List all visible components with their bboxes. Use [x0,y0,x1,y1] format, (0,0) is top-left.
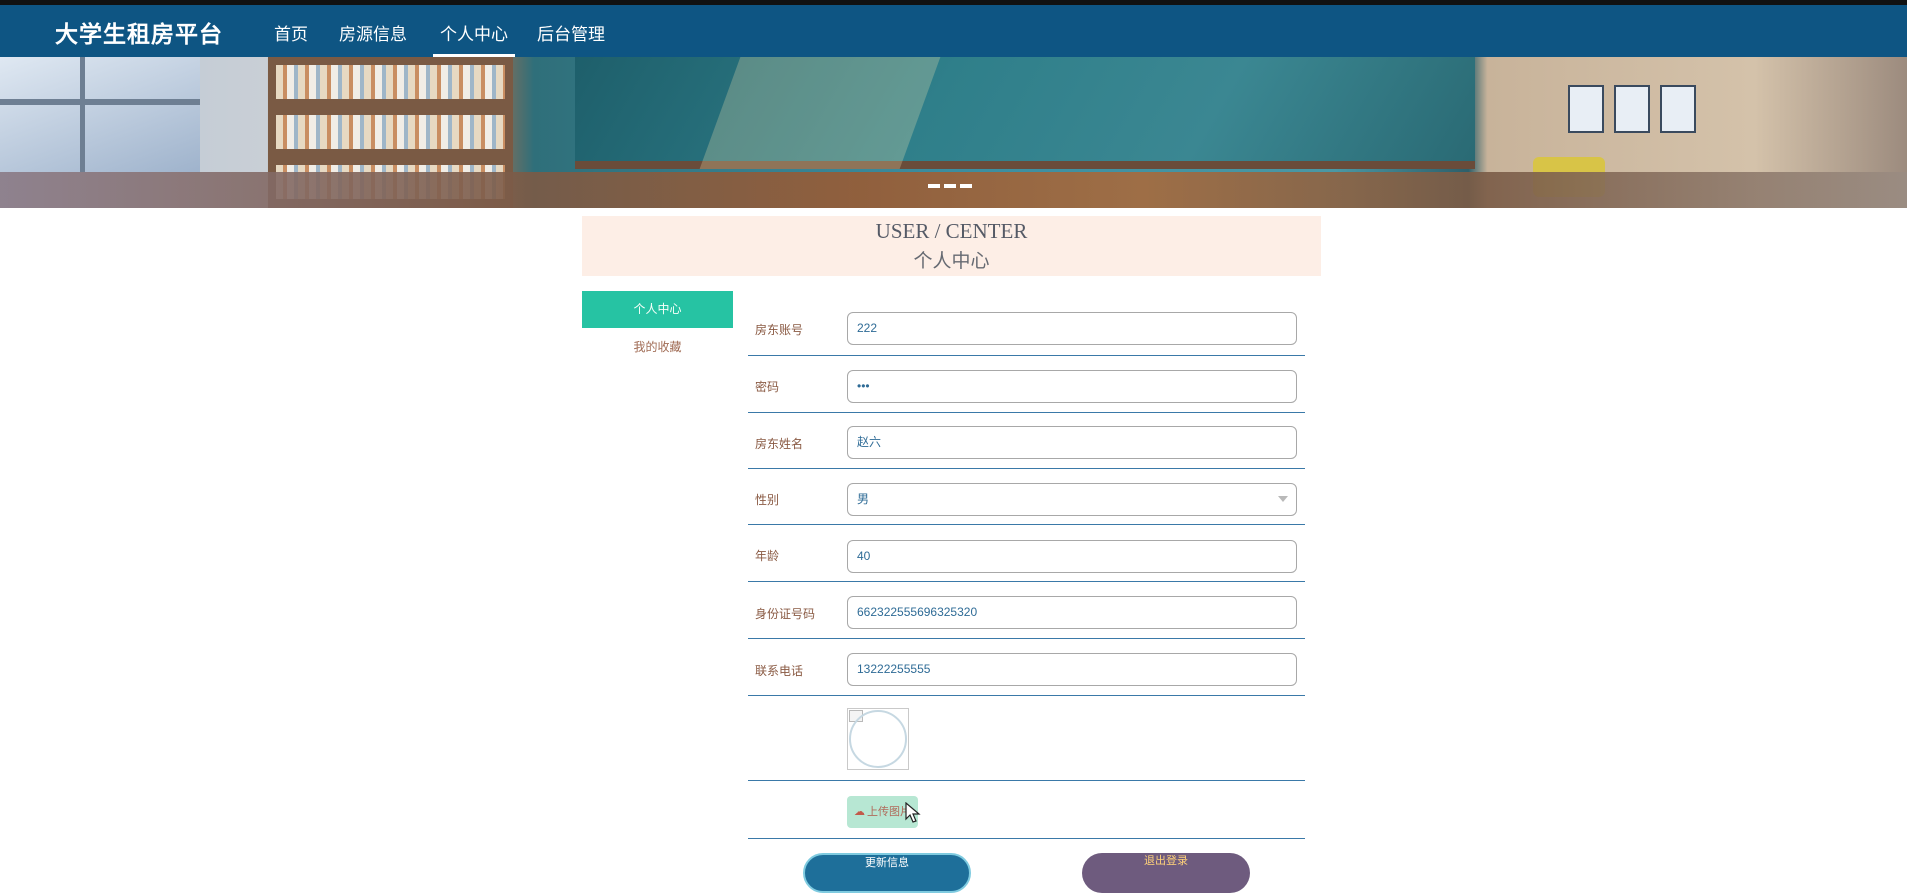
form-row-account: 房东账号 222 [748,311,1305,356]
form-row-name: 房东姓名 赵六 [748,413,1305,469]
logout-button[interactable]: 退出登录 [1082,853,1250,893]
sunlight [699,57,941,169]
page-header: USER / CENTER 个人中心 [582,216,1321,276]
form-row-upload: ☁ 上传图片 [748,781,1305,839]
form-row-id-number: 身份证号码 662322555696325320 [748,582,1305,639]
sidebar-item-user-center[interactable]: 个人中心 [582,291,733,328]
form-row-phone: 联系电话 13222255555 [748,639,1305,696]
nav-item-user-center[interactable]: 个人中心 [433,20,515,57]
update-info-button[interactable]: 更新信息 [803,853,971,893]
page-title-cn: 个人中心 [913,251,990,272]
password-input[interactable]: ••• [847,370,1297,403]
form-row-age: 年龄 40 [748,525,1305,582]
gender-select-value: 男 [857,492,870,506]
field-label: 联系电话 [755,664,804,678]
gender-select[interactable]: 男 [847,483,1297,516]
field-label: 年龄 [755,549,780,563]
sidebar-item-favorites[interactable]: 我的收藏 [582,336,733,358]
field-label: 房东姓名 [755,437,804,451]
cloud-upload-icon: ☁ [854,805,865,818]
classroom-window [0,57,200,172]
chevron-down-icon[interactable] [1278,496,1288,502]
nav-item-admin[interactable]: 后台管理 [537,20,605,57]
phone-input[interactable]: 13222255555 [847,653,1297,686]
navbar: 大学生租房平台 首页 房源信息 个人中心 后台管理 [0,5,1907,57]
form-row-password: 密码 ••• [748,356,1305,413]
field-label: 性别 [755,493,780,507]
page-title-en: USER / CENTER [875,219,1028,243]
wall-panel [0,172,1907,208]
poster [1660,85,1696,133]
form-row-avatar [748,696,1305,781]
brand-logo-text[interactable]: 大学生租房平台 [55,15,223,49]
id-number-input[interactable]: 662322555696325320 [847,596,1297,629]
field-label: 房东账号 [755,323,804,337]
age-input[interactable]: 40 [847,540,1297,573]
account-input[interactable]: 222 [847,312,1297,345]
nav-item-home[interactable]: 首页 [274,20,308,57]
field-label: 身份证号码 [755,607,816,621]
poster [1568,85,1604,133]
nav-item-listings[interactable]: 房源信息 [339,20,407,57]
form-row-gender: 性别 男 [748,469,1305,525]
carousel-indicators[interactable] [928,184,976,188]
mouse-cursor-icon [905,802,921,823]
poster [1614,85,1650,133]
banner-image [0,57,1907,208]
avatar-circle [849,710,907,768]
name-input[interactable]: 赵六 [847,426,1297,459]
field-label: 密码 [755,380,780,394]
avatar-image [847,708,909,770]
